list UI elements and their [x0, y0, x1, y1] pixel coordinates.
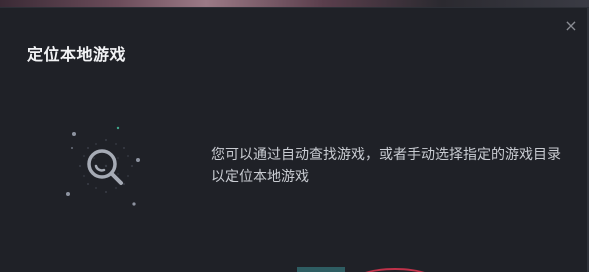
dialog-title: 定位本地游戏 [27, 45, 127, 64]
close-icon[interactable]: × [564, 18, 578, 34]
dialog-description: 您可以通过自动查找游戏，或者手动选择指定的游戏目录以定位本地游戏 [211, 147, 561, 185]
search-magnifier-icon [58, 118, 154, 214]
locate-local-game-dialog: × 定位本地游戏 您可以通过自动查找游戏，或者手动选择指定的游戏目录以定位本地游… [0, 7, 589, 272]
auto-search-button[interactable] [297, 267, 345, 272]
manual-select-button[interactable] [350, 268, 440, 272]
